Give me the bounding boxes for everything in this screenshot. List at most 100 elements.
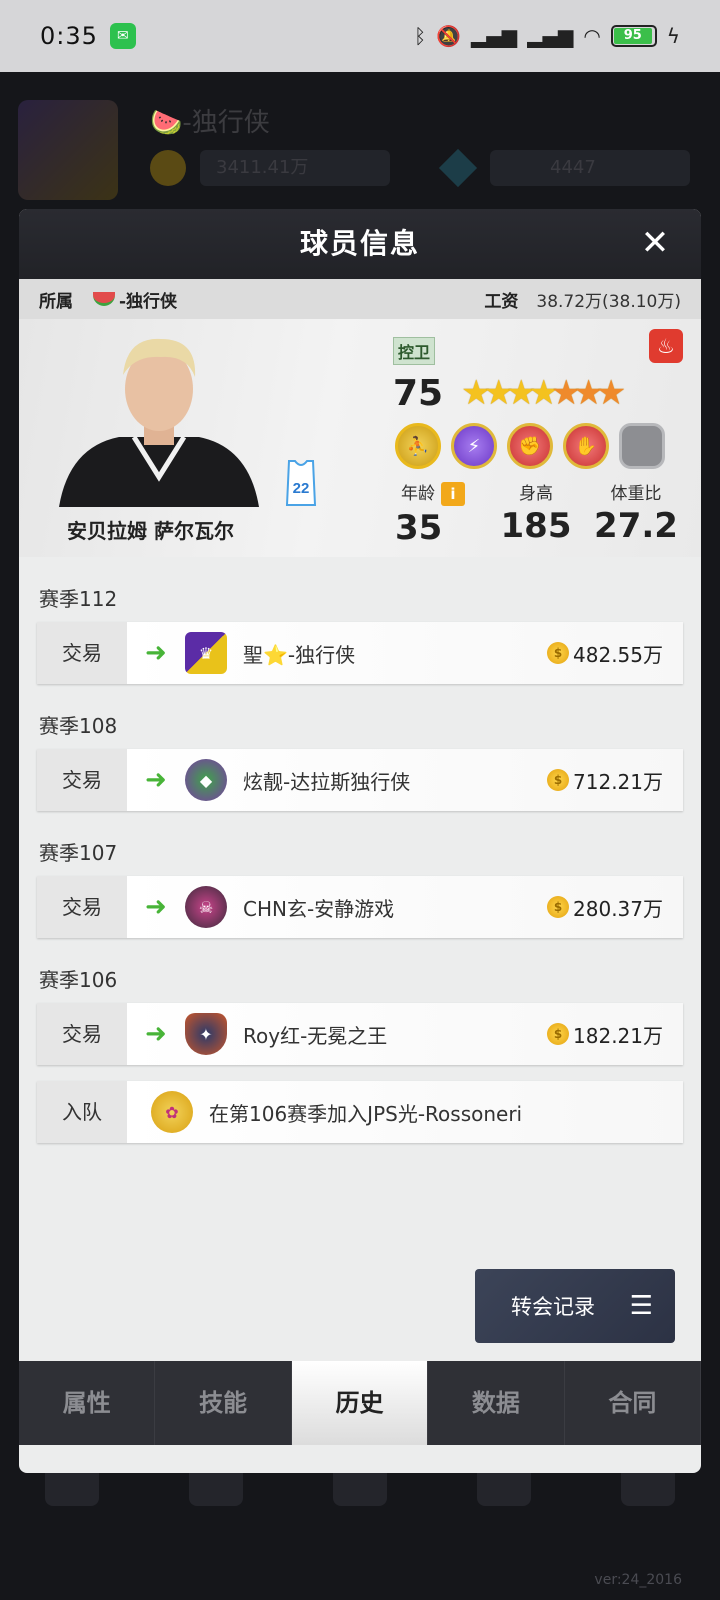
coin-icon: $	[547, 1023, 570, 1045]
transfer-price: 482.55万	[573, 642, 663, 667]
team-logo-icon: ◆	[185, 759, 227, 801]
mute-icon: 🔕	[436, 24, 462, 48]
height-value: 185	[500, 506, 572, 546]
tab-skills[interactable]: 技能	[155, 1361, 292, 1445]
status-icons: ᛒ 🔕 ▂▄▆ ▂▄▆ ◠ 95 ϟ	[414, 24, 680, 48]
history-list: 赛季112 交易 ➜ ♛ 聖⭐-独行侠 $ 482.55万 赛季108 交易 ➜…	[19, 583, 701, 1143]
skill-badge-icon[interactable]: ⚡	[451, 423, 497, 469]
team-name: 炫靓-达拉斯独行侠	[243, 769, 411, 794]
coin-icon: $	[547, 769, 570, 791]
arrow-right-icon: ➜	[145, 892, 167, 922]
transfer-record-label: 转会记录	[511, 1295, 595, 1319]
player-rating: 75	[393, 373, 444, 414]
charging-icon: ϟ	[666, 24, 680, 48]
team-name: CHN玄-安静游戏	[243, 896, 395, 921]
watermelon-icon	[93, 292, 115, 306]
empty-skill-slot-icon[interactable]	[619, 423, 665, 469]
background-currency-2: 4447	[490, 150, 690, 186]
arrow-right-icon: ➜	[145, 765, 167, 795]
menu-icon: ☰	[629, 1291, 653, 1321]
season-label: 赛季106	[39, 968, 118, 992]
close-icon[interactable]: ✕	[635, 223, 675, 263]
fire-icon[interactable]: ♨	[649, 329, 683, 363]
skill-badges: ⛹ ⚡ ✊ ✋	[395, 423, 665, 469]
tab-history[interactable]: 历史	[291, 1361, 429, 1445]
jersey-icon: 22	[285, 460, 317, 506]
age-label: 年龄	[401, 484, 435, 504]
arrow-right-icon: ➜	[145, 1019, 167, 1049]
background-team-name: 🍉-独行侠	[150, 108, 270, 138]
player-card: 安贝拉姆 萨尔瓦尔 22 控卫 ♨ 75 ★ ★ ★ ★ ★ ★ ★ ⛹ ⚡ ✊…	[19, 319, 701, 557]
team-logo-icon: ♛	[185, 632, 227, 674]
jersey-number: 22	[293, 480, 310, 497]
signal-icon-2: ▂▄▆	[527, 24, 574, 48]
tab-contract[interactable]: 合同	[565, 1361, 701, 1445]
affiliation-bar: 所属 -独行侠 工资 38.72万(38.10万)	[19, 279, 701, 319]
star-rating: ★ ★ ★ ★ ★ ★ ★	[461, 375, 626, 411]
affiliation-team-name: -独行侠	[119, 291, 178, 312]
history-row[interactable]: 入队 ✿ 在第106赛季加入JPS光-Rossoneri	[37, 1081, 683, 1143]
background-nav-item	[325, 1452, 395, 1600]
modal-header: 球员信息 ✕	[19, 209, 701, 279]
status-bar: 0:35 ✉ ᛒ 🔕 ▂▄▆ ▂▄▆ ◠ 95 ϟ	[0, 0, 720, 72]
team-name: 聖⭐-独行侠	[243, 642, 356, 667]
season-label: 赛季108	[39, 714, 118, 738]
status-time: 0:35	[40, 22, 98, 50]
arrow-right-icon: ➜	[145, 638, 167, 668]
info-icon[interactable]: i	[441, 482, 465, 506]
skill-badge-icon[interactable]: ✊	[507, 423, 553, 469]
tab-bar: 属性 技能 历史 数据 合同	[19, 1361, 701, 1445]
background-gem-icon	[438, 148, 478, 188]
salary-label: 工资	[484, 291, 519, 312]
background-nav-item	[37, 1452, 107, 1600]
age-stat: 年龄 i 35	[393, 479, 473, 548]
history-type: 交易	[37, 749, 127, 811]
history-type: 入队	[37, 1081, 127, 1143]
team-logo-icon: ☠	[185, 886, 227, 928]
transfer-price: 182.21万	[573, 1023, 663, 1048]
position-badge: 控卫	[393, 337, 436, 365]
history-type: 交易	[37, 1003, 127, 1065]
star-icon: ★	[595, 373, 627, 413]
background-nav-item	[181, 1452, 251, 1600]
transfer-record-button[interactable]: 转会记录 ☰	[475, 1269, 675, 1343]
history-row[interactable]: 交易 ➜ ♛ 聖⭐-独行侠 $ 482.55万	[37, 622, 683, 684]
team-name: Roy红-无冕之王	[243, 1023, 388, 1048]
wifi-icon: ◠	[583, 24, 601, 48]
affiliation-label: 所属	[39, 291, 73, 312]
season-label: 赛季107	[39, 841, 118, 865]
battery-icon: 95	[610, 25, 657, 47]
history-row[interactable]: 交易 ➜ ◆ 炫靓-达拉斯独行侠 $ 712.21万	[37, 749, 683, 811]
affiliation-team: -独行侠	[93, 287, 177, 312]
tab-attributes[interactable]: 属性	[19, 1361, 156, 1445]
history-type: 交易	[37, 622, 127, 684]
team-logo-icon: ✿	[151, 1091, 193, 1133]
signal-icon: ▂▄▆	[471, 24, 518, 48]
modal-title: 球员信息	[299, 227, 420, 260]
weight-ratio-stat: 体重比 27.2	[581, 479, 691, 546]
history-row[interactable]: 交易 ➜ ☠ CHN玄-安静游戏 $ 280.37万	[37, 876, 683, 938]
skill-badge-icon[interactable]: ⛹	[395, 423, 441, 469]
background-nav-item	[469, 1452, 539, 1600]
history-type: 交易	[37, 876, 127, 938]
background-currency-1: 3411.41万	[200, 150, 390, 186]
tab-data[interactable]: 数据	[428, 1361, 565, 1445]
transfer-price: 280.37万	[573, 896, 663, 921]
version-label: ver:24_2016	[594, 1572, 682, 1588]
height-label: 身高	[519, 484, 553, 504]
background-coin-icon	[150, 150, 186, 186]
wechat-icon: ✉	[109, 23, 136, 49]
height-stat: 身高 185	[481, 479, 591, 546]
join-description: 在第106赛季加入JPS光-Rossoneri	[209, 1101, 523, 1126]
skill-badge-icon[interactable]: ✋	[563, 423, 609, 469]
coin-icon: $	[547, 896, 570, 918]
background-team-logo	[18, 100, 118, 200]
history-row[interactable]: 交易 ➜ ✦ Roy红-无冕之王 $ 182.21万	[37, 1003, 683, 1065]
season-label: 赛季112	[39, 587, 118, 611]
player-name: 安贝拉姆 萨尔瓦尔	[67, 519, 234, 543]
age-value: 35	[395, 508, 443, 548]
weight-ratio-label: 体重比	[610, 484, 662, 504]
coin-icon: $	[547, 642, 570, 664]
player-info-modal: 球员信息 ✕ 所属 -独行侠 工资 38.72万(38.10万) 安贝拉姆 萨尔…	[19, 209, 701, 1473]
team-logo-icon: ✦	[185, 1013, 227, 1055]
